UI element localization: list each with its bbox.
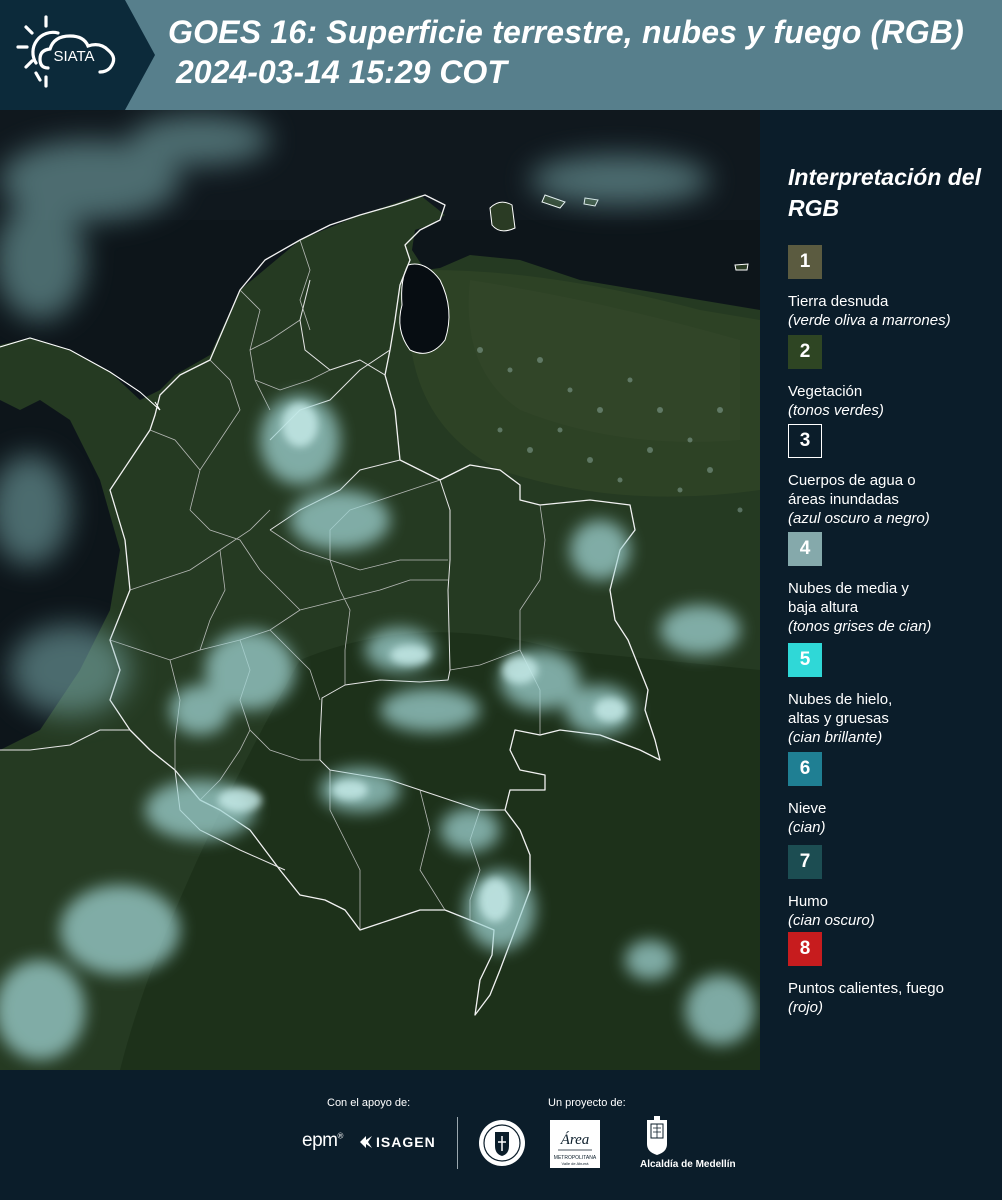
legend-swatch: 6	[788, 752, 822, 786]
legend-label: Puntos calientes, fuego	[788, 980, 944, 997]
legend-sublabel: (tonos grises de cian)	[788, 618, 932, 635]
legend-sublabel: (cian brillante)	[788, 729, 883, 746]
alcaldia-logo-text: Alcaldía de Medellín	[640, 1159, 736, 1170]
svg-text:Valle de Aburrá: Valle de Aburrá	[561, 1161, 589, 1166]
legend-sublabel: (verde oliva a marrones)	[788, 312, 951, 329]
alcaldia-shield-icon	[647, 1116, 667, 1155]
siata-logo-text: SIATA	[53, 48, 94, 65]
legend-swatch: 1	[788, 245, 822, 279]
legend-label: Nieve	[788, 800, 827, 817]
legend-label: Nubes de hielo, altas y gruesas	[788, 691, 893, 727]
timestamp: 2024-03-14 15:29 COT	[176, 54, 507, 90]
isagen-logo: ISAGEN	[376, 1134, 436, 1150]
legend-swatch: 5	[788, 643, 822, 677]
footer-divider	[457, 1117, 458, 1169]
legend-sublabel: (cian oscuro)	[788, 912, 875, 929]
legend-sublabel: (azul oscuro a negro)	[788, 510, 930, 527]
siata-logo-panel: SIATA	[0, 0, 155, 110]
legend-label: Tierra desnuda	[788, 293, 889, 310]
legend-title: Interpretación del RGB	[788, 164, 981, 221]
legend-item: 4 Nubes de media y baja altura (tonos gr…	[788, 532, 1000, 636]
legend-sublabel: (tonos verdes)	[788, 402, 884, 419]
footer: Con el apoyo de: Un proyecto de: epm® IS…	[0, 1070, 1002, 1200]
legend-item: 1 Tierra desnuda (verde oliva a marrones…	[788, 245, 1000, 330]
legend-item: 7 Humo (cian oscuro)	[788, 845, 1000, 930]
legend-swatch: 3	[788, 424, 822, 458]
legend-swatch: 8	[788, 932, 822, 966]
isagen-icon	[360, 1136, 372, 1148]
legend-swatch: 2	[788, 335, 822, 369]
legend-label: Cuerpos de agua o áreas inundadas	[788, 472, 916, 508]
legend-label: Humo	[788, 893, 829, 910]
legend-swatch: 7	[788, 845, 822, 879]
satellite-map	[0, 110, 760, 1070]
epm-logo-text: epm	[302, 1130, 338, 1151]
legend-panel: Interpretación del RGB 1 Tierra desnuda …	[760, 110, 1002, 1070]
seal-icon	[479, 1120, 525, 1166]
legend-label: Nubes de media y baja altura	[788, 580, 909, 616]
legend-item: 3 Cuerpos de agua o áreas inundadas (azu…	[788, 424, 1000, 528]
legend-item: 6 Nieve (cian)	[788, 752, 1000, 837]
legend-swatch: 4	[788, 532, 822, 566]
epm-logo: epm®	[302, 1130, 343, 1151]
legend-sublabel: (rojo)	[788, 999, 824, 1016]
legend-item: 5 Nubes de hielo, altas y gruesas (cian …	[788, 643, 1000, 747]
legend-label: Vegetación	[788, 383, 863, 400]
support-caption: Con el apoyo de:	[327, 1097, 411, 1109]
project-caption: Un proyecto de:	[548, 1097, 626, 1109]
legend-sublabel: (cian)	[788, 819, 826, 836]
header: SIATA GOES 16: Superficie terrestre, nub…	[0, 0, 1002, 110]
svg-text:Área: Área	[560, 1131, 590, 1148]
page-title: GOES 16: Superficie terrestre, nubes y f…	[168, 14, 964, 50]
area-metropolitana-logo: Área METROPOLITANA Valle de Aburrá	[550, 1120, 600, 1168]
legend-item: 2 Vegetación (tonos verdes)	[788, 335, 1000, 420]
legend-item: 8 Puntos calientes, fuego (rojo)	[788, 932, 1000, 1017]
